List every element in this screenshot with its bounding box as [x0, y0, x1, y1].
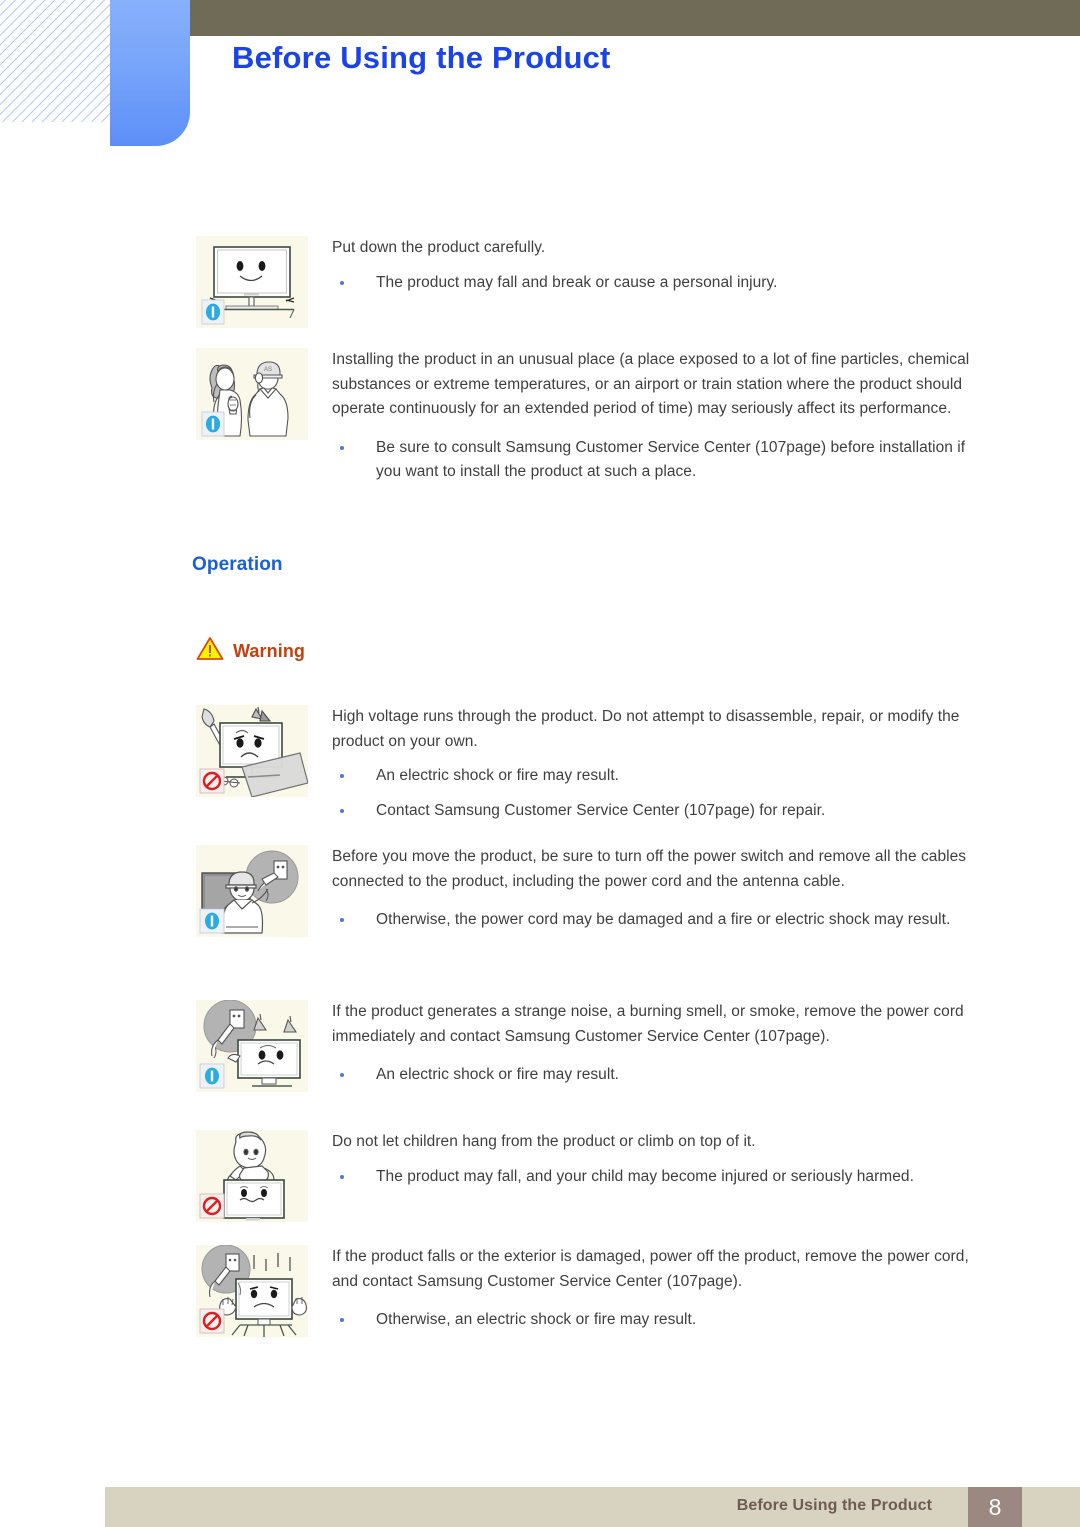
list-item: Otherwise, an electric shock or fire may…: [332, 1308, 972, 1333]
list-item: Be sure to consult Samsung Customer Serv…: [332, 436, 972, 485]
page-number: 8: [988, 1493, 1002, 1520]
warning-triangle-icon: [196, 636, 224, 666]
list-item: Contact Samsung Customer Service Center …: [332, 799, 972, 824]
list-item: An electric shock or fire may result.: [332, 1063, 972, 1088]
safety-block: If the product generates a strange noise…: [196, 1000, 986, 1092]
monitor-smiley-caution-icon: [196, 236, 308, 328]
safety-block: Do not let children hang from the produc…: [196, 1130, 986, 1222]
page-title: Before Using the Product: [232, 40, 611, 75]
safety-bullet-list: The product may fall and break or cause …: [332, 271, 972, 296]
safety-block: Put down the product carefully. The prod…: [196, 236, 986, 328]
safety-bullet-list: Otherwise, the power cord may be damaged…: [332, 908, 972, 933]
warning-label: Warning: [233, 640, 306, 661]
safety-paragraph: Put down the product carefully.: [332, 239, 546, 256]
bullet-dot-icon: [340, 808, 344, 813]
bullet-dot-icon: [340, 774, 344, 778]
safety-paragraph: Installing the product in an unusual pla…: [332, 351, 970, 417]
footer-section-label: Before Using the Product: [736, 1497, 932, 1514]
safety-bullet-list: An electric shock or fire may result. Co…: [332, 764, 972, 823]
bullet-dot-icon: [340, 280, 344, 285]
safety-bullet-list: An electric shock or fire may result.: [332, 1063, 972, 1088]
safety-paragraph: If the product falls or the exterior is …: [332, 1248, 969, 1290]
monitor-falling-prohibited-icon: [196, 1245, 308, 1337]
bullet-dot-icon: [340, 1318, 344, 1322]
hatch-pattern-decoration: [0, 0, 112, 122]
blue-tab-decoration: [110, 0, 190, 146]
svg-text:AS: AS: [264, 367, 272, 373]
bullet-dot-icon: [340, 1174, 344, 1179]
safety-block: High voltage runs through the product. D…: [196, 705, 986, 823]
bullet-dot-icon: [340, 445, 344, 450]
safety-block: AS Installing the product in an unusual …: [196, 348, 986, 485]
document-page: Before Using the Product Put down the pr…: [0, 0, 1080, 1527]
safety-paragraph: If the product generates a strange noise…: [332, 1003, 964, 1045]
safety-paragraph: Before you move the product, be sure to …: [332, 848, 967, 890]
safety-paragraph: High voltage runs through the product. D…: [332, 708, 960, 750]
list-item: Otherwise, the power cord may be damaged…: [332, 908, 972, 933]
unplug-cord-caution-icon: [196, 845, 308, 937]
child-climbing-monitor-prohibited-icon: [196, 1130, 308, 1222]
people-phone-caution-icon: AS: [196, 348, 308, 440]
bullet-dot-icon: [340, 1073, 344, 1077]
monitor-smoke-unplug-caution-icon: [196, 1000, 308, 1092]
list-item: The product may fall and break or cause …: [332, 271, 972, 296]
list-item: An electric shock or fire may result.: [332, 764, 972, 789]
safety-block: If the product falls or the exterior is …: [196, 1245, 986, 1337]
safety-bullet-list: Be sure to consult Samsung Customer Serv…: [332, 436, 972, 485]
warning-label-row: Warning: [196, 636, 305, 666]
safety-bullet-list: The product may fall, and your child may…: [332, 1165, 972, 1190]
section-heading-operation: Operation: [192, 554, 283, 575]
safety-paragraph: Do not let children hang from the produc…: [332, 1133, 756, 1150]
list-item: The product may fall, and your child may…: [332, 1165, 972, 1190]
safety-block: Before you move the product, be sure to …: [196, 845, 986, 937]
olive-header-bar: [190, 0, 1080, 36]
monitor-disassemble-prohibited-icon: [196, 705, 308, 797]
footer-bar: [105, 1487, 1080, 1527]
safety-bullet-list: Otherwise, an electric shock or fire may…: [332, 1308, 972, 1333]
bullet-dot-icon: [340, 918, 344, 922]
